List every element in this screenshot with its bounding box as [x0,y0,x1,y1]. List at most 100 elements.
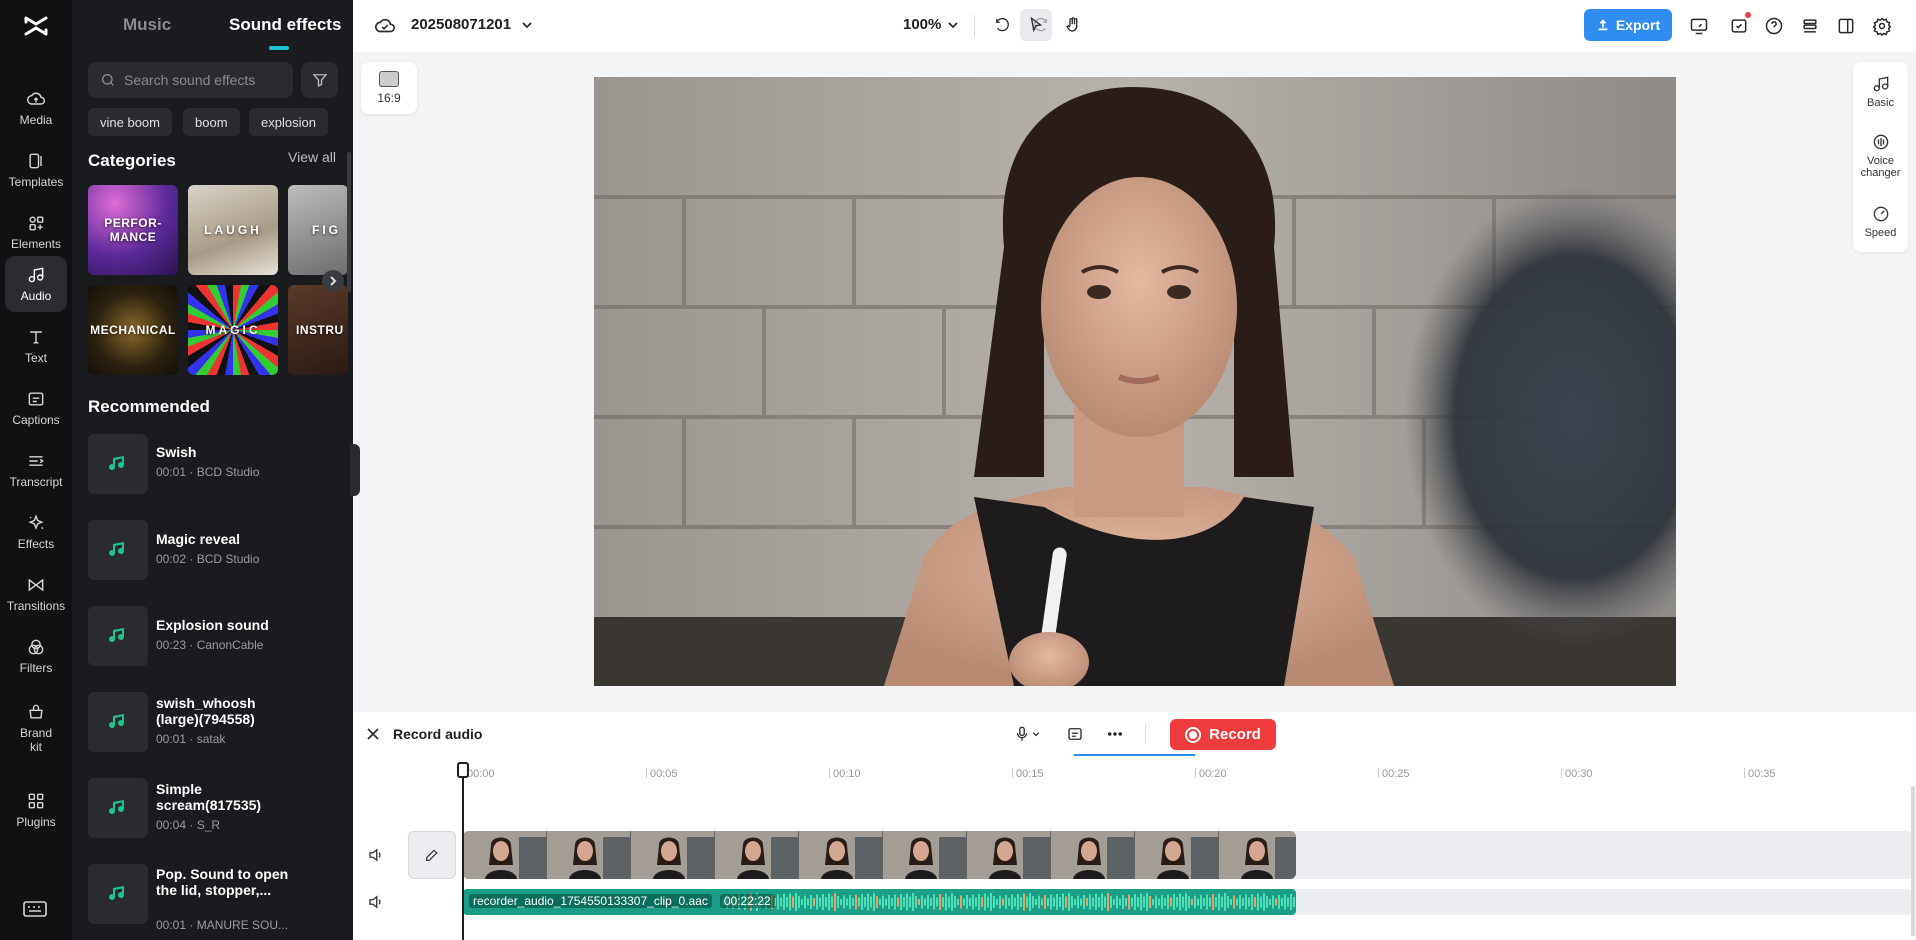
rail-item-text[interactable]: Text [5,318,67,374]
record-button[interactable]: Record [1170,719,1276,750]
sound-name: Explosion sound [156,617,269,633]
waveform-bar [1236,898,1238,906]
rail-item-captions[interactable]: Captions [5,380,67,436]
export-button[interactable]: Export [1584,9,1672,41]
rail-item-elements[interactable]: Elements [5,204,67,260]
category-instruments[interactable]: INSTRU [288,285,348,375]
rail-item-transitions[interactable]: Transitions [5,566,67,622]
video-preview[interactable] [594,77,1676,686]
list-item[interactable]: Simple scream(817535) 00:04 · S_R [88,776,343,840]
waveform-bar [1212,894,1214,910]
waveform-bar [1005,895,1007,909]
chevron-down-icon[interactable] [518,16,536,34]
undo-button[interactable] [988,12,1016,40]
aspect-ratio-button[interactable]: 16:9 [361,62,417,114]
panel-scrollbar[interactable] [347,152,351,292]
hand-icon [1066,17,1078,32]
sound-thumb [88,692,148,752]
list-item[interactable]: Pop. Sound to open the lid, stopper,... … [88,862,343,940]
playhead-handle[interactable] [457,762,469,778]
waveform-bar [1203,898,1205,906]
tab-sound-effects[interactable]: Sound effects [229,15,341,35]
share-button[interactable] [1725,12,1753,40]
project-name[interactable]: 202508071201 [411,16,511,33]
list-item[interactable]: Swish 00:01 · BCD Studio [88,432,343,496]
search-box[interactable] [88,62,293,98]
hand-tool-button[interactable] [1057,9,1089,41]
rail-item-audio[interactable]: Audio [5,256,67,312]
captions-icon [1068,728,1082,740]
music-note-icon [109,714,125,729]
audio-clip[interactable]: recorder_audio_1754550133307_clip_0.aac … [463,889,1296,915]
close-icon[interactable] [365,726,381,742]
timeline-scrollbar[interactable] [1911,786,1915,936]
category-performance[interactable]: PERFOR- MANCE [88,185,178,275]
basic-tool[interactable]: Basic [1853,74,1908,109]
list-item[interactable]: swish_whoosh (large)(794558) 00:01 · sat… [88,690,343,754]
filters-icon [28,639,44,655]
categories-next-button[interactable] [322,270,344,292]
waveform-bar [1113,899,1115,905]
timeline[interactable]: 00:00 00:05 00:10 00:15 00:20 00:25 00:3… [353,756,1916,940]
edit-cover-button[interactable] [408,831,456,879]
tab-music[interactable]: Music [123,15,171,35]
capcut-logo-icon[interactable] [18,10,54,42]
list-item[interactable]: Explosion sound 00:23 · CanonCable [88,604,343,668]
list-item[interactable]: Magic reveal 00:02 · BCD Studio [88,518,343,582]
category-fight[interactable]: FIG [288,185,348,275]
rail-item-plugins[interactable]: Plugins [5,782,67,838]
waveform-bar [936,897,938,907]
search-chip[interactable]: explosion [249,108,328,136]
waveform-bar [978,894,980,910]
rail-item-templates[interactable]: Templates [5,142,67,198]
video-frame-image [594,77,1676,686]
playhead[interactable] [462,764,464,940]
more-options-button[interactable] [1103,722,1127,746]
redo-button[interactable] [1027,12,1055,40]
search-input[interactable] [124,72,284,88]
search-chip[interactable]: boom [183,108,240,136]
video-frame-thumb [1135,831,1219,879]
view-all-link[interactable]: View all [288,149,336,165]
microphone-select[interactable] [1009,722,1045,746]
chevron-down-icon [1032,732,1040,737]
waveform-bar [1095,894,1097,910]
category-mechanical[interactable]: MECHANICAL [88,285,178,375]
rail-item-brand-kit[interactable]: Brand kit [5,696,67,760]
waveform-bar [795,893,797,911]
waveform-bar [1017,894,1019,910]
audio-track-volume-icon[interactable] [367,893,385,911]
captions-toggle[interactable] [1063,722,1087,746]
rail-item-filters[interactable]: Filters [5,628,67,684]
zoom-level[interactable]: 100% [903,16,941,33]
templates-icon [29,153,42,169]
voice-changer-tool[interactable]: Voice changer [1853,132,1908,179]
collapse-panel-handle[interactable] [350,444,360,496]
video-clip[interactable] [463,831,1296,879]
sound-thumb [88,778,148,838]
help-button[interactable] [1760,12,1788,40]
keyboard-shortcuts-icon[interactable] [22,900,48,918]
category-laugh[interactable]: LAUGH [188,185,278,275]
chevron-down-icon[interactable] [945,17,961,33]
rail-label: Effects [17,537,55,551]
cloud-sync-icon[interactable] [373,14,397,38]
present-button[interactable] [1685,12,1713,40]
layers-button[interactable] [1796,12,1824,40]
waveform-bar [1185,893,1187,911]
category-magic[interactable]: MAGIC [188,285,278,375]
waveform-bar [918,899,920,905]
speed-tool[interactable]: Speed [1853,204,1908,239]
rail-item-effects[interactable]: Effects [5,504,67,560]
settings-button[interactable] [1868,12,1896,40]
search-chip[interactable]: vine boom [88,108,172,136]
waveform-bar [999,895,1001,909]
video-track-volume-icon[interactable] [367,846,385,864]
audio-clip-duration: 00:22:22 [719,894,775,908]
layout-button[interactable] [1832,12,1860,40]
cloud-upload-icon [26,92,45,105]
rail-item-media[interactable]: Media [5,80,67,136]
filter-button[interactable] [301,62,338,98]
tick-mark [1561,768,1562,778]
rail-item-transcript[interactable]: Transcript [5,442,67,498]
